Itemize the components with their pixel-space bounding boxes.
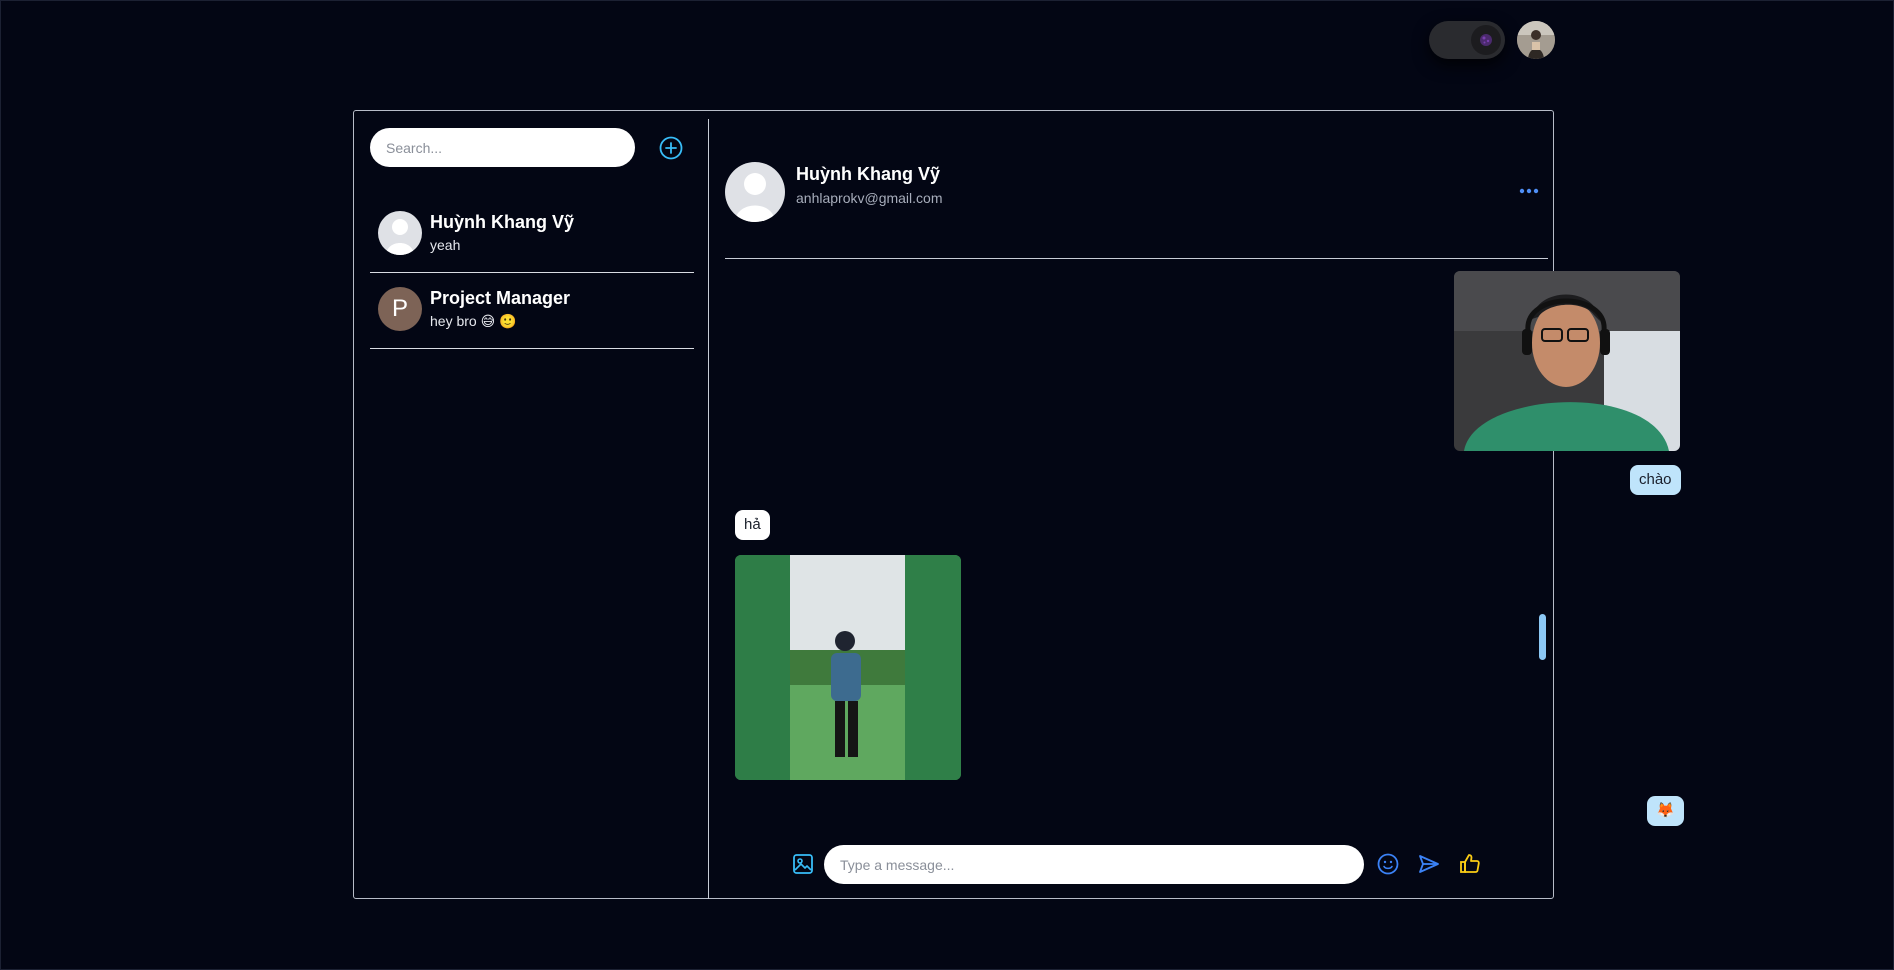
send-icon[interactable] bbox=[1417, 852, 1441, 876]
more-horizontal-icon[interactable] bbox=[1518, 185, 1540, 197]
chat-header-divider bbox=[725, 258, 1548, 259]
sent-message-bubble: chào bbox=[1630, 465, 1681, 495]
default-avatar-icon bbox=[378, 211, 422, 255]
smile-icon[interactable] bbox=[1376, 852, 1400, 876]
thumbs-up-icon[interactable] bbox=[1458, 852, 1482, 876]
chat-contact-name: Huỳnh Khang Vỹ bbox=[796, 164, 941, 184]
image-message[interactable] bbox=[735, 555, 961, 780]
conversation-last-message: hey bro 😅 🙂 bbox=[430, 313, 517, 329]
search-input[interactable] bbox=[370, 128, 635, 167]
conversation-name: Huỳnh Khang Vỹ bbox=[430, 212, 575, 232]
image-icon[interactable] bbox=[791, 852, 815, 876]
moon-icon bbox=[1471, 25, 1501, 55]
image-message[interactable] bbox=[1454, 271, 1680, 451]
default-avatar-icon[interactable] bbox=[725, 162, 785, 222]
conversation-item[interactable]: P Project Manager hey bro 😅 🙂 bbox=[370, 273, 694, 349]
theme-toggle[interactable] bbox=[1429, 21, 1505, 59]
chat-contact-email: anhlaprokv@gmail.com bbox=[796, 190, 943, 206]
plus-circle-icon[interactable] bbox=[658, 135, 684, 161]
received-message-bubble: hả bbox=[735, 510, 770, 540]
message-input[interactable] bbox=[824, 845, 1364, 884]
user-avatar[interactable] bbox=[1517, 21, 1555, 59]
conversation-name: Project Manager bbox=[430, 288, 571, 308]
chat-panel: Huỳnh Khang Vỹ anhlaprokv@gmail.com chào… bbox=[709, 111, 1684, 898]
conversation-last-message: yeah bbox=[430, 237, 461, 253]
letter-avatar: P bbox=[378, 287, 422, 331]
chat-app-container: Huỳnh Khang Vỹ yeah P Project Manager he… bbox=[353, 110, 1684, 899]
conversation-sidebar: Huỳnh Khang Vỹ yeah P Project Manager he… bbox=[354, 111, 709, 898]
chat-scrollbar[interactable] bbox=[1539, 614, 1546, 660]
conversation-item[interactable]: Huỳnh Khang Vỹ yeah bbox=[370, 197, 694, 273]
sent-message-bubble: 🦊 bbox=[1647, 796, 1684, 826]
